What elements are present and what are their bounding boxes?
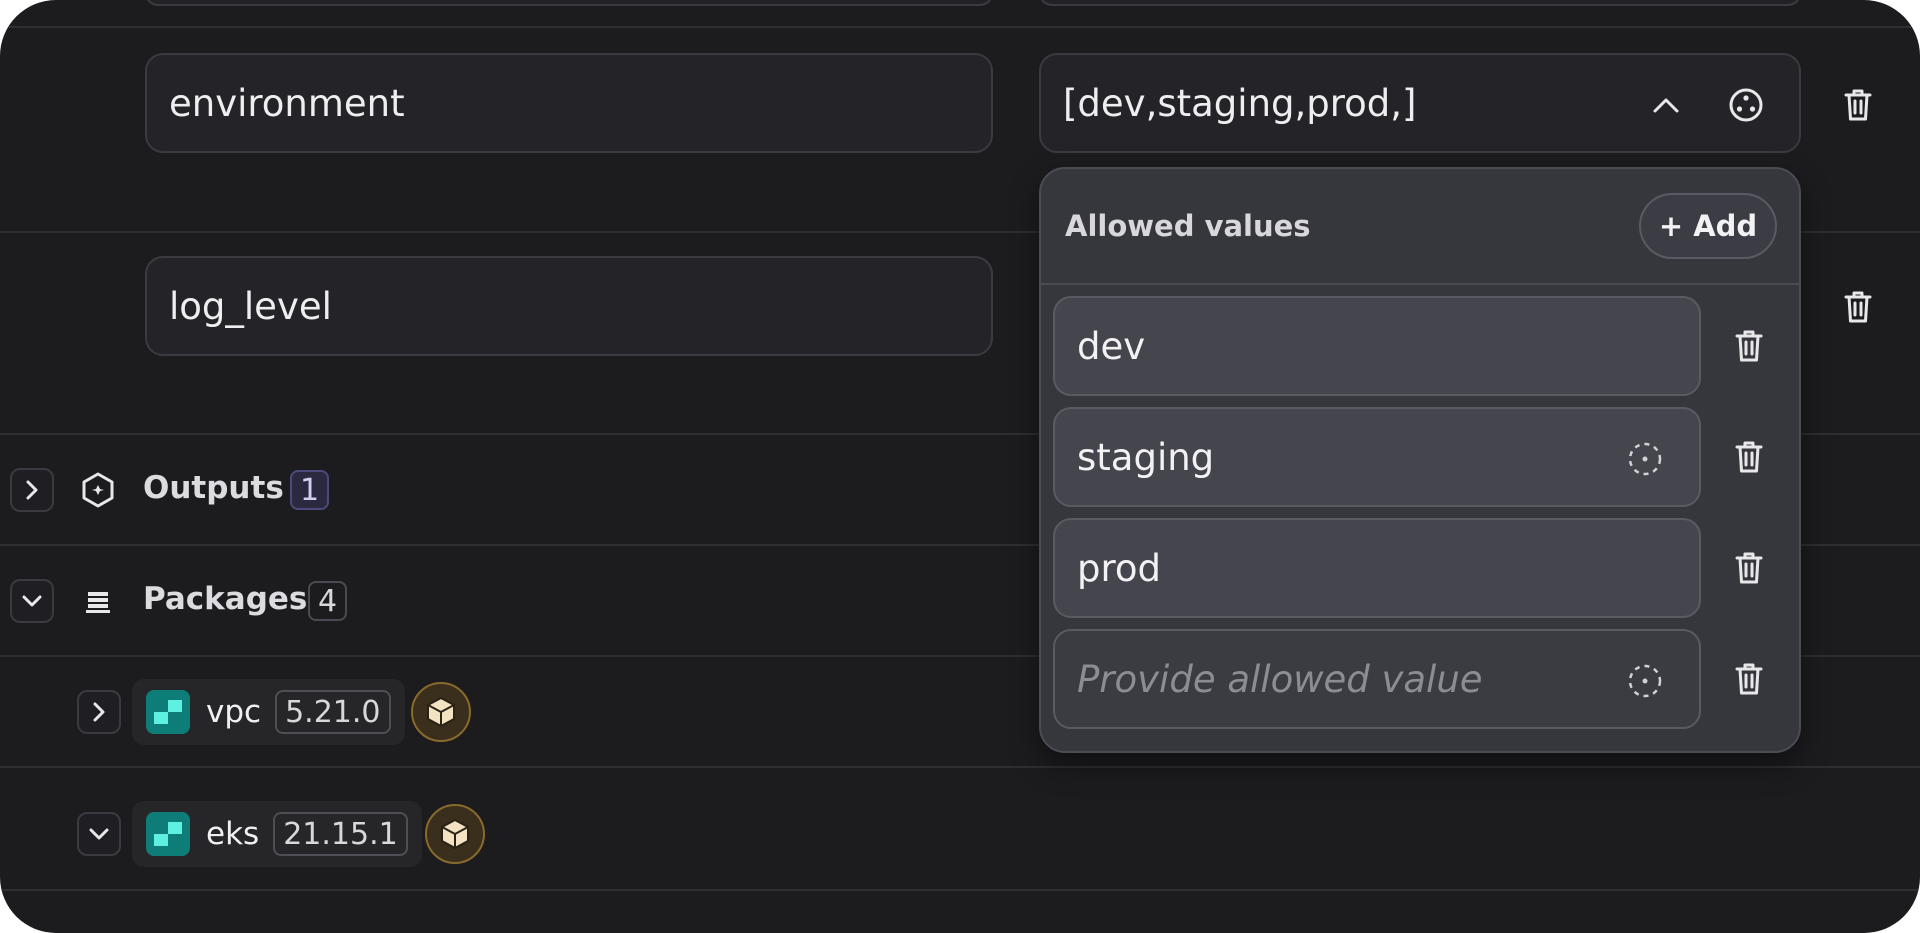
chevron-down-icon [22, 595, 42, 607]
package-logo-icon [146, 812, 190, 856]
add-value-button[interactable]: + Add [1639, 193, 1777, 259]
package-name: vpc [206, 694, 262, 730]
outputs-expand-toggle[interactable] [10, 468, 54, 512]
previous-name-field[interactable] [145, 0, 993, 6]
trash-icon[interactable] [1836, 283, 1880, 331]
allowed-values-popover: Allowed values + Add dev staging prod Pr… [1039, 167, 1801, 753]
packages-stack-icon [80, 582, 116, 620]
trash-icon[interactable] [1836, 81, 1880, 129]
package-chip-vpc[interactable]: vpc 5.21.0 [132, 679, 405, 745]
chevron-right-icon [26, 480, 38, 500]
package-logo-icon [146, 690, 190, 734]
previous-value-field[interactable] [1039, 0, 1801, 6]
divider [0, 766, 1920, 768]
package-collapse-toggle[interactable] [77, 812, 121, 856]
package-expand-toggle[interactable] [77, 690, 121, 734]
allowed-value-input[interactable]: staging [1053, 407, 1701, 507]
app-frame: environment [dev,staging,prod,] log_leve… [0, 0, 1920, 933]
new-allowed-value-input[interactable]: Provide allowed value [1053, 629, 1701, 729]
packages-count-badge: 4 [308, 581, 348, 621]
package-name: eks [206, 816, 260, 852]
chevron-down-icon [89, 828, 109, 840]
packages-collapse-toggle[interactable] [10, 579, 54, 623]
outputs-count-badge: 1 [290, 470, 330, 510]
variable-value-text: [dev,staging,prod,] [1063, 81, 1417, 125]
allowed-value-text: prod [1077, 546, 1162, 590]
trash-icon[interactable] [1727, 657, 1771, 701]
package-box-icon[interactable] [425, 804, 485, 864]
trash-icon[interactable] [1727, 324, 1771, 368]
variable-name-text: environment [169, 81, 405, 125]
dashed-circle-icon[interactable] [1627, 441, 1663, 486]
allowed-value-text: dev [1077, 324, 1146, 368]
package-version: 5.21.0 [275, 690, 391, 734]
package-box-icon[interactable] [411, 682, 471, 742]
popover-divider [1041, 283, 1799, 285]
divider [0, 889, 1920, 891]
divider [0, 26, 1920, 28]
allowed-value-input[interactable]: dev [1053, 296, 1701, 396]
allowed-value-input[interactable]: prod [1053, 518, 1701, 618]
dashed-circle-icon[interactable] [1627, 663, 1663, 708]
variable-name-field[interactable]: environment [145, 53, 993, 153]
packages-label: Packages [143, 581, 308, 617]
outputs-hexagon-icon [78, 470, 118, 510]
variable-options-icon[interactable] [1724, 83, 1768, 127]
chevron-up-icon[interactable] [1644, 83, 1688, 127]
popover-title: Allowed values [1065, 209, 1311, 243]
trash-icon[interactable] [1727, 435, 1771, 479]
package-chip-eks[interactable]: eks 21.15.1 [132, 801, 422, 867]
variable-name-text: log_level [169, 284, 332, 328]
trash-icon[interactable] [1727, 546, 1771, 590]
package-version: 21.15.1 [273, 812, 408, 856]
allowed-value-placeholder: Provide allowed value [1077, 657, 1483, 701]
outputs-label: Outputs [143, 470, 284, 506]
chevron-right-icon [93, 702, 105, 722]
variable-name-field[interactable]: log_level [145, 256, 993, 356]
allowed-value-text: staging [1077, 435, 1215, 479]
